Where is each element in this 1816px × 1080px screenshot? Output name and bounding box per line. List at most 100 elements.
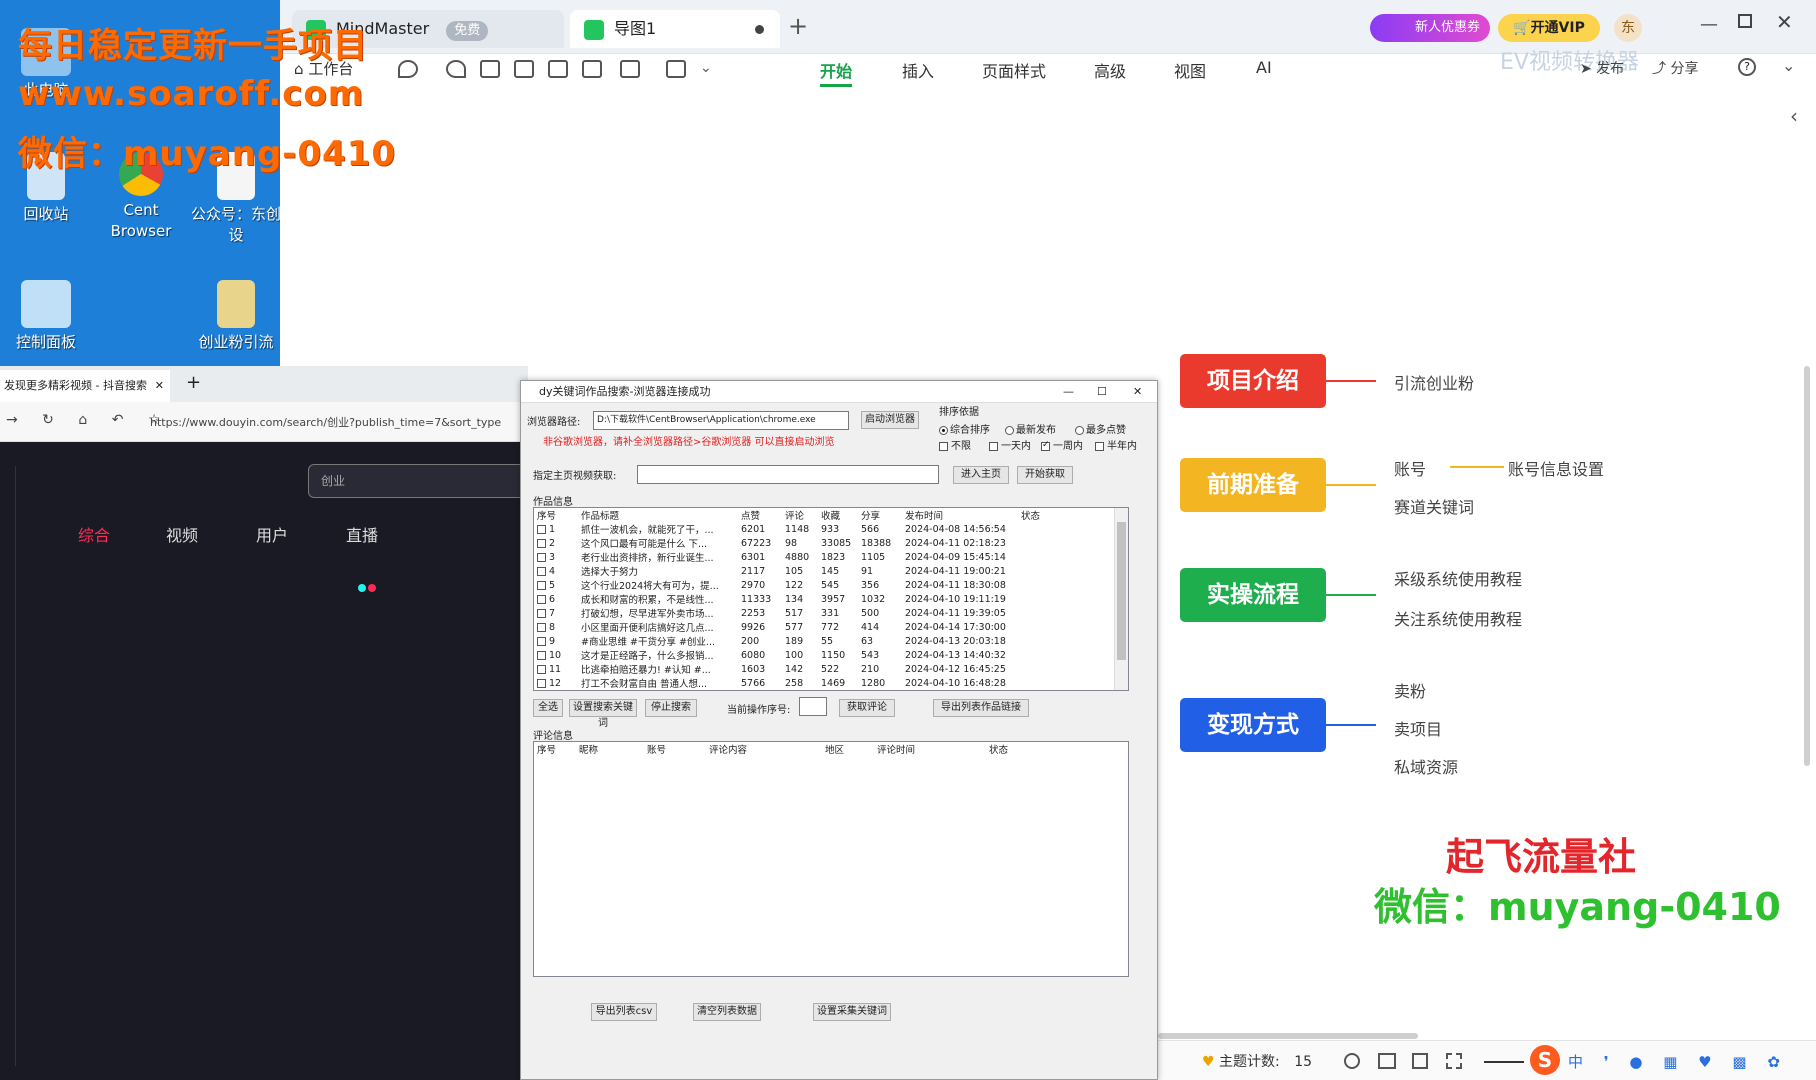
checkbox-icon[interactable] — [537, 566, 546, 576]
sort-option-comprehensive[interactable]: 综合排序 — [939, 421, 990, 436]
help-icon[interactable]: ? — [1738, 58, 1756, 76]
mindmap-node-monetize[interactable]: 变现方式 — [1180, 698, 1326, 752]
fullscreen-icon[interactable] — [1446, 1053, 1462, 1069]
dialog-maximize-icon[interactable]: ☐ — [1097, 381, 1107, 403]
print-icon[interactable] — [582, 60, 602, 78]
table-row[interactable]: 13挑战第二天 发生的事情太让...5912062024-04-14 17:53… — [534, 690, 1114, 691]
mindmap-leaf-sell-fans[interactable]: 卖粉 — [1394, 678, 1426, 702]
coupon-button[interactable]: 新人优惠券 — [1370, 14, 1490, 42]
column-header[interactable]: 作品标题 — [578, 508, 738, 522]
table-row[interactable]: 3 老行业出资排挤，新行业诞生... 6301 4880 1823 1105 2024-04… — [534, 550, 1114, 564]
checkbox-icon[interactable] — [537, 538, 546, 548]
ime-toolbar[interactable]: 中 ❜ ● ▦ ♥ ▩ ✿ — [1568, 1051, 1788, 1072]
checkbox-icon[interactable] — [537, 594, 546, 604]
ribbon-tab-advanced[interactable]: 高级 — [1094, 58, 1126, 82]
dialog-minimize-icon[interactable]: — — [1063, 381, 1074, 403]
table-row[interactable]: 8 小区里面开便利店搞好这几点... 9926 577 772 414 2024-04-14… — [534, 620, 1114, 634]
column-header[interactable]: 状态 — [1018, 508, 1114, 522]
theme-icon[interactable] — [1344, 1053, 1360, 1069]
column-header[interactable]: 评论 — [782, 508, 818, 522]
checkbox-icon[interactable] — [537, 636, 546, 646]
table-row[interactable]: 11 比逃牵拍赔还暴力! #认知 #... 1603 142 522 210 2024-04… — [534, 662, 1114, 676]
checkbox-icon[interactable] — [537, 622, 546, 632]
browser-path-input[interactable]: D:\下载软件\CentBrowser\Application\chrome.e… — [593, 411, 849, 430]
column-header[interactable]: 点赞 — [738, 508, 782, 522]
time-option-week[interactable]: 一周内 — [1041, 437, 1083, 452]
open-vip-button[interactable]: 🛒开通VIP — [1498, 14, 1600, 42]
export-icon[interactable] — [620, 60, 640, 78]
select-all-button[interactable]: 全选 — [533, 699, 563, 717]
undo-icon[interactable] — [398, 60, 418, 78]
homepage-input[interactable] — [637, 465, 939, 484]
set-collect-keywords-button[interactable]: 设置采集关键词 — [813, 1003, 891, 1021]
mindmap-leaf-account[interactable]: 账号 — [1394, 456, 1426, 480]
edit-icon[interactable] — [666, 60, 686, 78]
column-header[interactable]: 发布时间 — [902, 508, 1018, 522]
url-field[interactable]: https://www.douyin.com/search/创业?publish… — [150, 414, 501, 430]
column-header[interactable]: 状态 — [986, 742, 1114, 756]
nav-icons[interactable]: → ↻ ⌂ ↶ ☆ — [6, 412, 170, 428]
get-comments-button[interactable]: 获取评论 — [839, 699, 895, 717]
douyin-tab-user[interactable]: 用户 — [256, 522, 288, 546]
ribbon-tab-page-style[interactable]: 页面样式 — [982, 58, 1046, 82]
checkbox-icon[interactable] — [537, 524, 546, 534]
column-header[interactable]: 账号 — [644, 742, 706, 756]
launch-browser-button[interactable]: 启动浏览器 — [861, 411, 919, 429]
save-icon[interactable] — [548, 60, 568, 78]
checkbox-icon[interactable] — [537, 650, 546, 660]
checkbox-icon[interactable] — [537, 552, 546, 562]
douyin-tab-live[interactable]: 直播 — [346, 522, 378, 546]
mindmap-leaf-yinliu[interactable]: 引流创业粉 — [1394, 370, 1474, 394]
column-header[interactable]: 评论内容 — [706, 742, 822, 756]
table-row[interactable]: 2 这个风口最有可能是什么 下... 67223 98 33085 18388 2024-0… — [534, 536, 1114, 550]
browser-tab[interactable]: 发现更多精彩视频 - 抖音搜索 ✕ — [0, 370, 170, 402]
time-option-half-year[interactable]: 半年内 — [1095, 437, 1137, 452]
open-folder-icon[interactable] — [514, 60, 534, 78]
checkbox-icon[interactable] — [537, 664, 546, 674]
column-header[interactable]: 分享 — [858, 508, 902, 522]
new-tab-icon[interactable]: + — [186, 372, 201, 393]
desktop-icon-control-panel[interactable]: 控制面板 — [0, 280, 92, 353]
sort-option-latest[interactable]: 最新发布 — [1005, 421, 1056, 436]
mindmap-node-project-intro[interactable]: 项目介绍 — [1180, 354, 1326, 408]
time-option-any[interactable]: 不限 — [939, 437, 971, 452]
more-chevron-icon[interactable]: ⌄ — [700, 60, 712, 76]
comments-table[interactable]: 序号 昵称 账号 评论内容 地区 评论时间 状态 — [533, 741, 1129, 977]
avatar[interactable]: 东 — [1614, 14, 1642, 42]
ribbon-tab-start[interactable]: 开始 — [820, 58, 853, 87]
ribbon-tab-ai[interactable]: AI — [1256, 58, 1272, 77]
side-panel-toggle-icon[interactable]: ‹ — [1790, 104, 1798, 128]
mindmap-node-practice[interactable]: 实操流程 — [1180, 568, 1326, 622]
mindmap-leaf-sell-project[interactable]: 卖项目 — [1394, 716, 1442, 740]
mindmap-leaf-keywords[interactable]: 赛道关键词 — [1394, 494, 1474, 518]
collapse-ribbon-icon[interactable]: ⌄ — [1782, 56, 1795, 75]
checkbox-icon[interactable] — [537, 678, 546, 688]
stop-search-button[interactable]: 停止搜索 — [645, 699, 697, 717]
scrollbar-thumb[interactable] — [1117, 522, 1126, 660]
table-row[interactable]: 12 打工不会财富自由 普通人想... 5766 258 1469 1280 2024-04… — [534, 676, 1114, 690]
publish-button[interactable]: ➤ 发布 — [1580, 58, 1624, 78]
column-header[interactable]: 地区 — [822, 742, 874, 756]
column-header[interactable]: 序号 — [534, 508, 578, 522]
share-button[interactable]: ⤴ 分享 — [1652, 58, 1698, 78]
sogou-ime-icon[interactable]: S — [1530, 1045, 1560, 1075]
enter-homepage-button[interactable]: 进入主页 — [953, 466, 1009, 484]
table-row[interactable]: 7 打破幻想，尽早进军外卖市场... 2253 517 331 500 2024-04-11… — [534, 606, 1114, 620]
checkbox-icon[interactable] — [537, 580, 546, 590]
checkbox-icon[interactable] — [537, 608, 546, 618]
export-links-button[interactable]: 导出列表作品链接 — [933, 699, 1029, 717]
tab-close-icon[interactable]: ✕ — [155, 370, 164, 402]
vertical-scrollbar[interactable] — [1804, 366, 1810, 766]
works-table-scrollbar[interactable] — [1114, 508, 1128, 690]
column-header[interactable]: 序号 — [534, 742, 576, 756]
zoom-slider[interactable] — [1484, 1061, 1524, 1063]
new-tab-icon[interactable]: + — [788, 12, 808, 40]
ribbon-tab-view[interactable]: 视图 — [1174, 58, 1206, 82]
table-row[interactable]: 5 这个行业2024将大有可为，提... 2970 122 545 356 2024-04-… — [534, 578, 1114, 592]
table-row[interactable]: 10 这才是正经路子，什么多报销... 6080 100 1150 543 2024-04-… — [534, 648, 1114, 662]
table-row[interactable]: 9 #商业思维 #干货分享 #创业... 200 189 55 63 2024-04-13 … — [534, 634, 1114, 648]
column-header[interactable]: 评论时间 — [874, 742, 986, 756]
mindmap-node-preparation[interactable]: 前期准备 — [1180, 458, 1326, 512]
current-index-input[interactable] — [799, 697, 827, 716]
set-search-keywords-button[interactable]: 设置搜索关键词 — [569, 699, 637, 729]
